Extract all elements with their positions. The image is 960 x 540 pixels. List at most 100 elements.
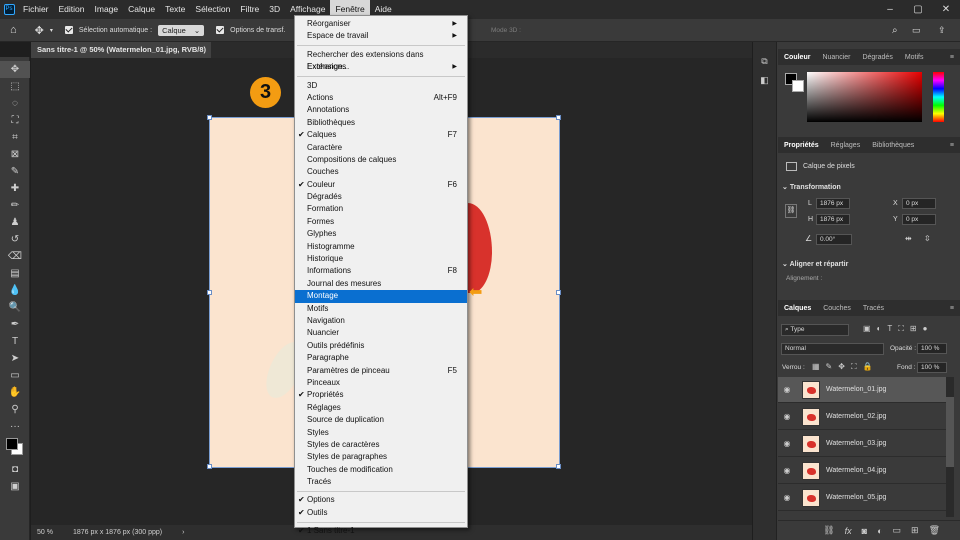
healing-brush-icon[interactable]: ✚: [0, 180, 30, 197]
menu-item[interactable]: Outils prédéfinis: [295, 340, 467, 352]
transform-handle[interactable]: [556, 464, 561, 469]
share-icon[interactable]: ⇪: [938, 25, 946, 36]
visibility-eye-icon[interactable]: ◉: [778, 466, 796, 475]
menu-item[interactable]: Couches: [295, 166, 467, 178]
menu-item[interactable]: Formation: [295, 203, 467, 215]
chevron-right-icon[interactable]: ›: [182, 529, 184, 536]
menu-item[interactable]: Compositions de calques: [295, 154, 467, 166]
menu-item[interactable]: Paragraphe: [295, 352, 467, 364]
frame-tool-icon[interactable]: ⊠: [0, 146, 30, 163]
maximize-icon[interactable]: ▢: [904, 0, 932, 19]
transform-handle[interactable]: [207, 115, 212, 120]
transform-handle[interactable]: [207, 464, 212, 469]
minimize-icon[interactable]: –: [876, 0, 904, 19]
search-icon[interactable]: ⌕: [892, 25, 898, 36]
home-icon[interactable]: ⌂: [10, 24, 17, 36]
panel-menu-icon[interactable]: ≡: [944, 305, 960, 312]
chevron-down-icon[interactable]: ▾: [50, 27, 53, 34]
menu-image[interactable]: Image: [90, 0, 124, 19]
zoom-level[interactable]: 50 %: [37, 529, 53, 536]
auto-select-checkbox[interactable]: [64, 26, 73, 34]
history-brush-icon[interactable]: ↺: [0, 231, 30, 248]
menu-item[interactable]: Styles de caractères: [295, 439, 467, 451]
menu-item[interactable]: Pinceaux: [295, 377, 467, 389]
background-swatch[interactable]: [792, 80, 804, 92]
path-select-icon[interactable]: ➤: [0, 350, 30, 367]
menu-item[interactable]: Tracés: [295, 476, 467, 488]
group-icon[interactable]: ▭: [893, 525, 902, 536]
layer-filter-icons[interactable]: ▣◐T⛶⊞●: [863, 324, 933, 334]
y-field[interactable]: 0 px: [902, 214, 936, 225]
color-swatches[interactable]: [0, 435, 29, 461]
fx-icon[interactable]: fx: [845, 526, 852, 536]
pen-tool-icon[interactable]: ✒: [0, 316, 30, 333]
move-tool-icon[interactable]: ✥: [0, 61, 30, 78]
gradient-tool-icon[interactable]: ▤: [0, 265, 30, 282]
layer-row[interactable]: ◉ Watermelon_03.jpg: [778, 431, 946, 457]
panel-tab[interactable]: Réglages: [825, 142, 867, 149]
layer-filter-dropdown[interactable]: ⌕ Type: [781, 324, 849, 336]
more-tools-icon[interactable]: ···: [0, 418, 30, 435]
visibility-eye-icon[interactable]: ◉: [778, 412, 796, 421]
menu-filtre[interactable]: Filtre: [235, 0, 264, 19]
panel-menu-icon[interactable]: ≡: [944, 142, 960, 149]
link-icon[interactable]: ⛓: [785, 204, 797, 218]
adjustment-layer-icon[interactable]: ◐: [877, 526, 882, 536]
workspace-icon[interactable]: ▭: [912, 25, 921, 36]
menu-item[interactable]: Rechercher des extensions dans Exchange.…: [295, 49, 467, 71]
menu-item[interactable]: 3D: [295, 80, 467, 92]
menu-item[interactable]: Annotations: [295, 104, 467, 116]
properties-panel-icon[interactable]: ◧: [753, 75, 776, 86]
transform-handle[interactable]: [207, 290, 212, 295]
add-mask-icon[interactable]: ◙: [862, 526, 867, 536]
brush-tool-icon[interactable]: ✏: [0, 197, 30, 214]
dodge-tool-icon[interactable]: 🔍: [0, 299, 30, 316]
menu-item[interactable]: Formes: [295, 216, 467, 228]
menu-item[interactable]: Styles: [295, 427, 467, 439]
rectangle-tool-icon[interactable]: ▭: [0, 367, 30, 384]
x-field[interactable]: 0 px: [902, 198, 936, 209]
blend-mode-dropdown[interactable]: Normal: [781, 343, 884, 355]
quick-mask-icon[interactable]: ◘: [0, 461, 30, 478]
blur-tool-icon[interactable]: 💧: [0, 282, 30, 299]
photoshop-logo[interactable]: Ps: [0, 0, 18, 19]
layer-row[interactable]: ◉ Watermelon_05.jpg: [778, 485, 946, 511]
panel-tab[interactable]: Propriétés: [778, 142, 825, 149]
menu-item[interactable]: Source de duplication: [295, 414, 467, 426]
menu-item[interactable]: Histogramme: [295, 241, 467, 253]
panel-tab[interactable]: Tracés: [857, 305, 890, 312]
menu-item[interactable]: Extensions ▶: [295, 61, 467, 73]
fill-field[interactable]: 100 %: [917, 362, 947, 373]
layer-row[interactable]: ◉ Watermelon_04.jpg: [778, 458, 946, 484]
panel-tab[interactable]: Motifs: [899, 54, 930, 61]
menu-item[interactable]: Bibliothèques: [295, 117, 467, 129]
artboard-tool-icon[interactable]: ⬚: [0, 78, 30, 95]
menu-texte[interactable]: Texte: [160, 0, 190, 19]
menu-item[interactable]: Paramètres de pinceau F5: [295, 365, 467, 377]
panel-tab[interactable]: Nuancier: [816, 54, 856, 61]
transform-handle[interactable]: [556, 290, 561, 295]
history-panel-icon[interactable]: ⧉: [753, 56, 776, 67]
flip-vertical-icon[interactable]: ⇳: [924, 234, 931, 243]
panel-tab[interactable]: Calques: [778, 305, 817, 312]
menu-item[interactable]: Montage: [295, 290, 467, 303]
hand-tool-icon[interactable]: ✋: [0, 384, 30, 401]
transform-section-header[interactable]: ⌄ Transformation: [782, 183, 841, 191]
layer-row[interactable]: ◉ Watermelon_01.jpg: [778, 377, 946, 403]
auto-select-dropdown[interactable]: Calque ⌄: [158, 24, 205, 36]
menu-item[interactable]: Dégradés: [295, 191, 467, 203]
trash-icon[interactable]: 🗑: [929, 525, 940, 536]
menu-selection[interactable]: Sélection: [190, 0, 235, 19]
menu-item[interactable]: Nuancier: [295, 327, 467, 339]
panel-tab[interactable]: Bibliothèques: [866, 142, 920, 149]
eraser-icon[interactable]: ⌫: [0, 248, 30, 265]
visibility-eye-icon[interactable]: ◉: [778, 493, 796, 502]
stamp-tool-icon[interactable]: ♟: [0, 214, 30, 231]
menu-item[interactable]: Motifs: [295, 303, 467, 315]
menu-item[interactable]: Glyphes: [295, 228, 467, 240]
menu-fichier[interactable]: Fichier: [18, 0, 54, 19]
opacity-field[interactable]: 100 %: [917, 343, 947, 354]
transform-checkbox[interactable]: [216, 26, 225, 34]
move-tool-icon[interactable]: ✥: [35, 24, 44, 37]
align-section-header[interactable]: ⌄ Aligner et répartir: [782, 260, 848, 268]
